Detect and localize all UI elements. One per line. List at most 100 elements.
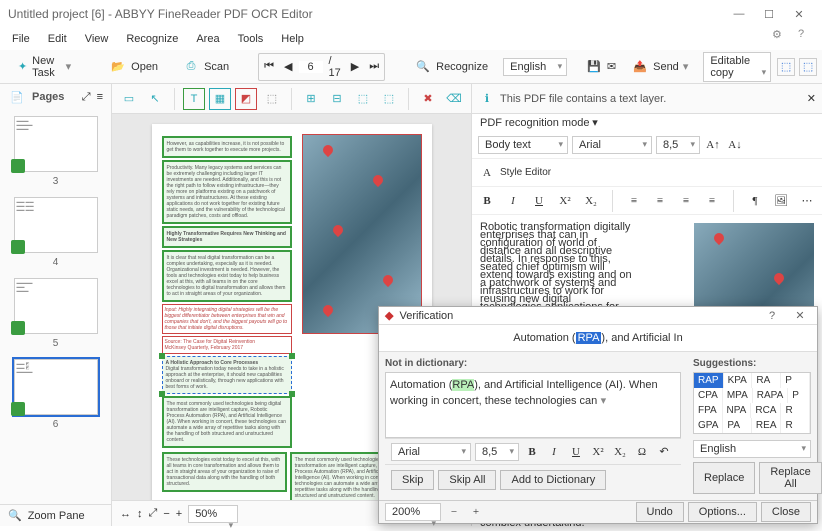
page-thumb[interactable]: ▬▬▬▬▬▬▬▬▬ [14,278,98,334]
text-area[interactable]: It is clear that real digital transforma… [162,250,292,302]
text-area[interactable]: Highly Transformative Requires New Think… [162,226,292,248]
page-navigator[interactable]: ⏮ ◀ / 17 ▶ ⏭ [258,53,385,81]
subscript-button[interactable]: X₂ [611,443,629,461]
page-input[interactable] [299,61,323,73]
cursor-tool-icon[interactable]: ↖ [144,88,166,110]
zoom-pane-toggle[interactable]: 🔍 Zoom Pane [0,504,111,526]
italic-button[interactable]: I [545,443,563,461]
replace-all-button[interactable]: Replace All [759,462,821,494]
text-area[interactable]: However, as capabilities increase, it is… [162,136,292,158]
align-right-icon[interactable]: ≡ [677,192,695,210]
pdf-mode-link[interactable]: PDF recognition mode [480,117,589,129]
page-thumb[interactable]: ▬▬▬▬▬▬▬▬▬▬ [14,116,98,172]
page-next-icon[interactable]: ▶ [347,60,363,73]
close-dialog-button[interactable]: Close [761,502,811,522]
style-editor-icon[interactable]: A [478,164,496,182]
eraser-tool-icon[interactable]: ⌫ [443,88,465,110]
grow-font-icon[interactable]: A↑ [704,136,722,154]
export-icon-2[interactable]: ⬚ [799,58,817,76]
remove-area-icon[interactable]: ⊟ [326,88,348,110]
maximize-button[interactable]: ☐ [754,3,784,25]
image-icon[interactable]: 🖼 [772,192,790,210]
page-thumb[interactable]: ▬▬ ◩▬▬ ◩▬▬▬▬ [14,359,98,415]
bold-button[interactable]: B [478,192,496,210]
align-left-icon[interactable]: ≡ [625,192,643,210]
undo-format-icon[interactable]: ↶ [655,443,673,461]
text-area[interactable]: The most commonly used technologies bein… [162,396,292,448]
thumbnail-list[interactable]: ▬▬▬▬▬▬▬▬▬▬ 3 ▬▬ ▬▬▬▬ ▬▬▬▬ ▬▬ 4 ▬▬▬▬▬▬▬▬▬… [0,110,111,504]
dialog-close-icon[interactable]: ✕ [789,309,811,322]
superscript-button[interactable]: X² [556,192,574,210]
add-area-icon[interactable]: ⊞ [300,88,322,110]
style-editor-label[interactable]: Style Editor [500,167,551,178]
verif-lang-select[interactable]: English [693,440,811,458]
zoom-out-icon[interactable]: − [163,508,169,520]
export-icon-1[interactable]: ⬚ [777,58,795,76]
save-icon[interactable]: 💾 [587,58,601,76]
zoom-select[interactable]: 50% [188,505,238,523]
add-to-dictionary-button[interactable]: Add to Dictionary [500,470,606,490]
close-panel-icon[interactable]: ✕ [807,92,816,105]
menu-help[interactable]: Help [273,31,312,47]
language-select[interactable]: English [503,58,567,76]
order-area-icon[interactable]: ⬚ [352,88,374,110]
menu-view[interactable]: View [77,31,117,47]
text-area[interactable]: Input: Highly integrating digital strate… [162,304,292,334]
expand-icon[interactable]: ⤢ [82,91,91,104]
fit-width-icon[interactable]: ↔ [120,508,131,520]
skip-all-button[interactable]: Skip All [438,470,496,490]
zoom-in-icon[interactable]: + [467,503,485,521]
size-select[interactable]: 8,5 [656,136,700,154]
align-justify-icon[interactable]: ≡ [703,192,721,210]
panel-menu-icon[interactable]: ≡ [97,91,103,103]
settings-icon[interactable]: ⚙ [772,28,788,44]
email-icon[interactable]: ✉ [607,58,616,76]
undo-button[interactable]: Undo [636,502,684,522]
verif-zoom-select[interactable]: 200% [385,503,441,521]
pointer-tool-icon[interactable]: ▭ [118,88,140,110]
delete-area-icon[interactable]: ✖ [417,88,439,110]
minimize-button[interactable]: — [724,3,754,25]
verif-size-select[interactable]: 8,5 [475,443,519,461]
page-thumb[interactable]: ▬▬ ▬▬▬▬ ▬▬▬▬ ▬▬ [14,197,98,253]
recognize-button[interactable]: 🔍 Recognize [405,54,497,80]
verification-edit[interactable]: Automation (RPA), and Artificial Intelli… [385,372,681,438]
omega-button[interactable]: Ω [633,443,651,461]
dialog-help-icon[interactable]: ? [761,310,783,322]
page-prev-icon[interactable]: ◀ [280,60,296,73]
new-task-button[interactable]: ✦ New Task ▾ [8,51,80,83]
text-area[interactable]: Productivity. Many legacy systems and se… [162,160,292,224]
italic-button[interactable]: I [504,192,522,210]
menu-recognize[interactable]: Recognize [118,31,186,47]
page-first-icon[interactable]: ⏮ [260,60,278,73]
replace-button[interactable]: Replace [693,462,755,494]
text-area[interactable]: These technologies exist today to excel … [162,452,287,492]
skip-button[interactable]: Skip [391,470,434,490]
pilcrow-icon[interactable]: ¶ [746,192,764,210]
shrink-font-icon[interactable]: A↓ [726,136,744,154]
mode-select[interactable]: Editable copy [703,52,771,82]
picture-area[interactable] [302,134,422,334]
scan-button[interactable]: ⎙ Scan [173,54,238,80]
bold-button[interactable]: B [523,443,541,461]
align-center-icon[interactable]: ≡ [651,192,669,210]
menu-area[interactable]: Area [188,31,227,47]
text-area[interactable]: Source: The Case for Digital Reinvention… [162,336,292,354]
help-icon[interactable]: ? [798,28,814,44]
split-area-icon[interactable]: ⬚ [378,88,400,110]
zoom-out-icon[interactable]: − [445,503,463,521]
text-area-selected[interactable]: A Holistic Approach to Core Processes Di… [162,356,292,394]
close-button[interactable]: ✕ [784,3,814,25]
more-format-icon[interactable]: ⋯ [798,192,816,210]
menu-edit[interactable]: Edit [40,31,75,47]
menu-file[interactable]: File [4,31,38,47]
table-area-tool-icon[interactable]: ▦ [209,88,231,110]
font-select[interactable]: Arial [572,136,652,154]
menu-tools[interactable]: Tools [230,31,272,47]
picture-area-tool-icon[interactable]: ◩ [235,88,257,110]
fit-page-icon[interactable]: ⤢ [149,507,158,520]
text-area-tool-icon[interactable]: T [183,88,205,110]
verif-font-select[interactable]: Arial [391,443,471,461]
options-button[interactable]: Options... [688,502,757,522]
fit-height-icon[interactable]: ↕ [137,508,143,520]
